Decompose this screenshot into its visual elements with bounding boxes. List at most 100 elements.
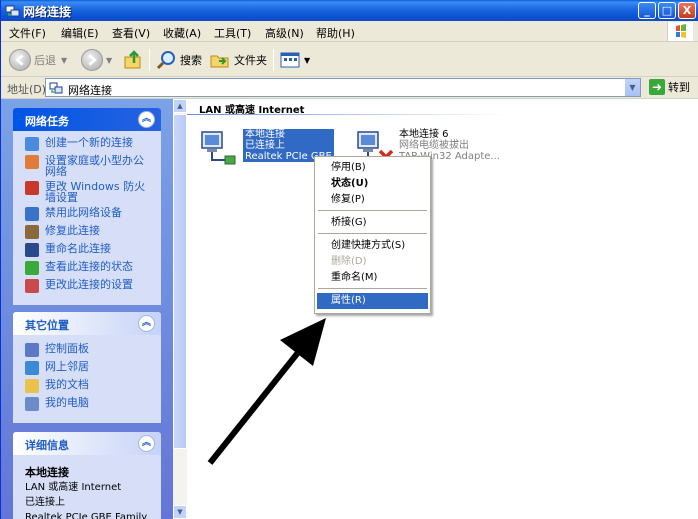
- task-view-status[interactable]: 查看此连接的状态: [25, 261, 153, 275]
- menu-advanced[interactable]: 高级(N): [265, 25, 304, 41]
- task-change-settings[interactable]: 更改此连接的设置: [25, 279, 153, 293]
- toolbar: 后退 ▼ ▼ 搜索 文件夹 ▼: [1, 42, 698, 77]
- forward-arrow-icon: [81, 49, 103, 71]
- address-value: 网络连接: [68, 84, 112, 97]
- settings-icon: [25, 279, 39, 293]
- collapse-chevron-icon[interactable]: ︽: [138, 111, 155, 128]
- details-status: 已连接上: [25, 497, 65, 508]
- other-places-group: 其它位置 ︽ 控制面板 网上邻居 我的文档 我的电脑: [13, 312, 161, 423]
- disable-device-icon: [25, 207, 39, 221]
- forward-button[interactable]: ▼: [81, 48, 112, 72]
- annotation-arrow-icon: [207, 318, 326, 465]
- folders-button[interactable]: 文件夹: [209, 48, 267, 72]
- title-bar[interactable]: 网络连接 _ □ X: [1, 0, 698, 21]
- task-repair-connection[interactable]: 修复此连接: [25, 225, 153, 239]
- task-disable-device[interactable]: 禁用此网络设备: [25, 207, 153, 221]
- task-home-network[interactable]: 设置家庭或小型办公网络: [25, 155, 153, 177]
- menu-tools[interactable]: 工具(T): [214, 25, 251, 41]
- place-my-computer[interactable]: 我的电脑: [25, 397, 153, 411]
- task-label: 更改 Windows 防火墙设置: [45, 180, 146, 204]
- menu-item-status[interactable]: 状态(U): [317, 176, 428, 192]
- scroll-thumb[interactable]: [173, 114, 187, 449]
- menu-item-properties[interactable]: 属性(R): [317, 293, 428, 309]
- place-network-neighborhood[interactable]: 网上邻居: [25, 361, 153, 375]
- network-neighborhood-icon: [25, 361, 39, 375]
- connection-status: 网络电缆被拔出: [399, 140, 469, 151]
- views-button[interactable]: ▼: [279, 48, 310, 72]
- context-menu: 停用(B) 状态(U) 修复(P) 桥接(G) 创建快捷方式(S) 删除(D) …: [314, 156, 431, 314]
- go-arrow-icon: ➜: [649, 79, 665, 95]
- details-type: LAN 或高速 Internet: [25, 482, 122, 493]
- up-folder-icon: [123, 49, 145, 71]
- folders-label: 文件夹: [234, 54, 267, 67]
- task-label: 设置家庭或小型办公网络: [45, 154, 144, 178]
- network-tasks-title: 网络任务: [25, 115, 69, 128]
- task-label: 修复此连接: [45, 224, 100, 237]
- back-label: 后退: [34, 54, 56, 67]
- scroll-up-icon[interactable]: ▲: [173, 99, 187, 113]
- place-label: 网上邻居: [45, 360, 89, 373]
- address-input[interactable]: 网络连接 ▼: [45, 78, 641, 97]
- go-button[interactable]: ➜ 转到: [649, 79, 690, 95]
- connection-name: 本地连接 6: [399, 129, 449, 140]
- task-pane-scrollbar[interactable]: ▲ ▼: [173, 99, 187, 519]
- search-button[interactable]: 搜索: [155, 48, 202, 72]
- menu-separator: [318, 288, 427, 289]
- address-label: 地址(D): [7, 83, 47, 96]
- details-name: 本地连接: [25, 466, 69, 479]
- collapse-chevron-icon[interactable]: ︽: [138, 435, 155, 452]
- network-connections-icon: [5, 5, 20, 17]
- task-firewall[interactable]: 更改 Windows 防火墙设置: [25, 181, 153, 203]
- address-dropdown-icon[interactable]: ▼: [624, 79, 640, 96]
- network-connections-icon: [49, 82, 63, 94]
- task-create-connection[interactable]: 创建一个新的连接: [25, 137, 153, 151]
- menu-item-repair[interactable]: 修复(P): [317, 192, 428, 208]
- menu-favorites[interactable]: 收藏(A): [163, 25, 201, 41]
- up-folder-button[interactable]: [123, 48, 148, 72]
- task-label: 创建一个新的连接: [45, 136, 133, 149]
- details-title: 详细信息: [25, 439, 69, 452]
- home-network-icon: [25, 155, 39, 169]
- repair-icon: [25, 225, 39, 239]
- views-dropdown-icon[interactable]: ▼: [304, 56, 310, 65]
- menu-item-create-shortcut[interactable]: 创建快捷方式(S): [317, 238, 428, 254]
- forward-dropdown-icon[interactable]: ▼: [106, 56, 112, 65]
- connection-name: 本地连接: [245, 129, 285, 140]
- network-tasks-group: 网络任务 ︽ 创建一个新的连接 设置家庭或小型办公网络 更改 Windows 防…: [13, 108, 161, 305]
- collapse-chevron-icon[interactable]: ︽: [138, 315, 155, 332]
- back-dropdown-icon[interactable]: ▼: [61, 56, 67, 65]
- menu-item-rename[interactable]: 重命名(M): [317, 270, 428, 286]
- place-label: 我的文档: [45, 378, 89, 391]
- search-label: 搜索: [180, 54, 202, 67]
- connection-status: 已连接上: [245, 140, 285, 151]
- menu-item-disable[interactable]: 停用(B): [317, 160, 428, 176]
- back-button[interactable]: 后退 ▼: [9, 48, 67, 72]
- menu-file[interactable]: 文件(F): [9, 25, 46, 41]
- my-documents-icon: [25, 379, 39, 393]
- address-bar: 地址(D) 网络连接 ▼ ➜ 转到: [1, 77, 698, 99]
- other-places-header[interactable]: 其它位置 ︽: [13, 312, 161, 335]
- network-tasks-header[interactable]: 网络任务 ︽: [13, 108, 161, 131]
- place-control-panel[interactable]: 控制面板: [25, 343, 153, 357]
- minimize-button[interactable]: _: [638, 2, 656, 19]
- window-title: 网络连接: [23, 5, 72, 19]
- scroll-down-icon[interactable]: ▼: [173, 505, 187, 519]
- maximize-button[interactable]: □: [658, 2, 676, 19]
- back-arrow-icon: [9, 49, 31, 71]
- task-rename-connection[interactable]: 重命名此连接: [25, 243, 153, 257]
- menu-view[interactable]: 查看(V): [112, 25, 150, 41]
- details-group: 详细信息 ︽ 本地连接 LAN 或高速 Internet 已连接上 Realte…: [13, 432, 161, 519]
- new-connection-icon: [25, 137, 39, 151]
- task-label: 更改此连接的设置: [45, 278, 133, 291]
- details-header[interactable]: 详细信息 ︽: [13, 432, 161, 455]
- control-panel-icon: [25, 343, 39, 357]
- close-button[interactable]: X: [678, 2, 696, 19]
- section-divider: [187, 114, 507, 115]
- place-my-documents[interactable]: 我的文档: [25, 379, 153, 393]
- firewall-icon: [25, 181, 39, 195]
- menu-item-bridge[interactable]: 桥接(G): [317, 215, 428, 231]
- menu-help[interactable]: 帮助(H): [316, 25, 355, 41]
- search-icon: [155, 49, 177, 71]
- network-connections-window: 网络连接 _ □ X 文件(F) 编辑(E) 查看(V) 收藏(A) 工具(T)…: [0, 0, 698, 519]
- menu-edit[interactable]: 编辑(E): [61, 25, 99, 41]
